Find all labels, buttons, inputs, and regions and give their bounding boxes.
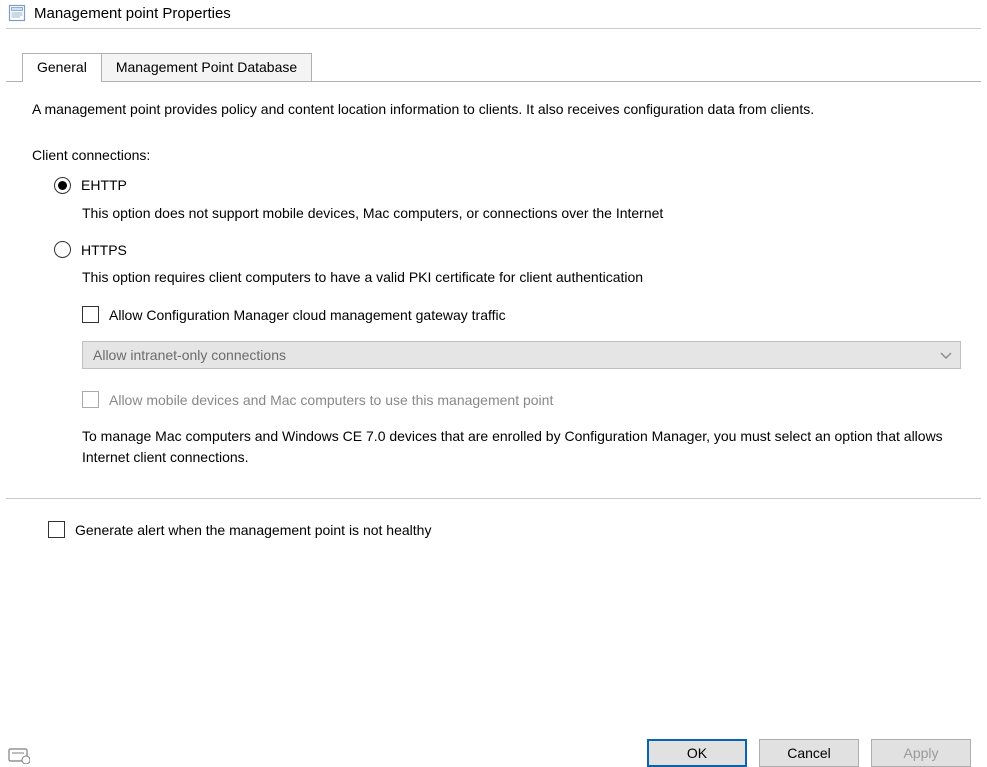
checkbox-icon	[48, 521, 65, 538]
resize-grip-icon	[8, 746, 30, 767]
dialog-buttons: OK Cancel Apply	[647, 739, 983, 767]
checkbox-icon	[82, 306, 99, 323]
radio-https[interactable]: HTTPS	[54, 241, 961, 258]
checkbox-label: Allow Configuration Manager cloud manage…	[109, 307, 506, 323]
radio-label: HTTPS	[81, 242, 127, 258]
checkbox-allow-mobile: Allow mobile devices and Mac computers t…	[82, 391, 961, 408]
client-connections-label: Client connections:	[32, 147, 961, 163]
tab-management-point-database[interactable]: Management Point Database	[102, 53, 312, 81]
tabs: General Management Point Database	[22, 53, 981, 81]
radio-ehttp[interactable]: EHTTP	[54, 177, 961, 194]
button-label: OK	[687, 745, 707, 761]
button-label: Apply	[903, 745, 938, 761]
checkbox-allow-cmg[interactable]: Allow Configuration Manager cloud manage…	[82, 306, 961, 323]
dialog-body: General Management Point Database A mana…	[6, 28, 981, 641]
tab-label: Management Point Database	[116, 59, 297, 75]
cancel-button[interactable]: Cancel	[759, 739, 859, 767]
window-icon	[8, 4, 26, 22]
https-nested-options: Allow Configuration Manager cloud manage…	[82, 306, 961, 468]
mac-windows-ce-note: To manage Mac computers and Windows CE 7…	[82, 426, 961, 468]
ok-button[interactable]: OK	[647, 739, 747, 767]
intro-text: A management point provides policy and c…	[32, 100, 961, 119]
checkbox-label: Allow mobile devices and Mac computers t…	[109, 392, 553, 408]
window-titlebar: Management point Properties	[0, 0, 987, 28]
checkbox-icon	[82, 391, 99, 408]
tab-general[interactable]: General	[22, 53, 102, 82]
option-ehttp: EHTTP This option does not support mobil…	[54, 177, 961, 224]
apply-button: Apply	[871, 739, 971, 767]
tab-panel-general: A management point provides policy and c…	[6, 81, 981, 641]
chevron-down-icon	[940, 347, 952, 363]
radio-icon	[54, 241, 71, 258]
separator	[6, 498, 981, 499]
option-https: HTTPS This option requires client comput…	[54, 241, 961, 468]
checkbox-label: Generate alert when the management point…	[75, 522, 431, 538]
ehttp-description: This option does not support mobile devi…	[82, 204, 961, 224]
window-title: Management point Properties	[34, 5, 231, 22]
checkbox-generate-alert[interactable]: Generate alert when the management point…	[48, 521, 961, 538]
dropdown-value: Allow intranet-only connections	[93, 347, 286, 363]
button-label: Cancel	[787, 745, 831, 761]
https-description: This option requires client computers to…	[82, 268, 961, 288]
radio-icon	[54, 177, 71, 194]
dropdown-connection-mode: Allow intranet-only connections	[82, 341, 961, 369]
radio-label: EHTTP	[81, 177, 127, 193]
tab-label: General	[37, 59, 87, 75]
